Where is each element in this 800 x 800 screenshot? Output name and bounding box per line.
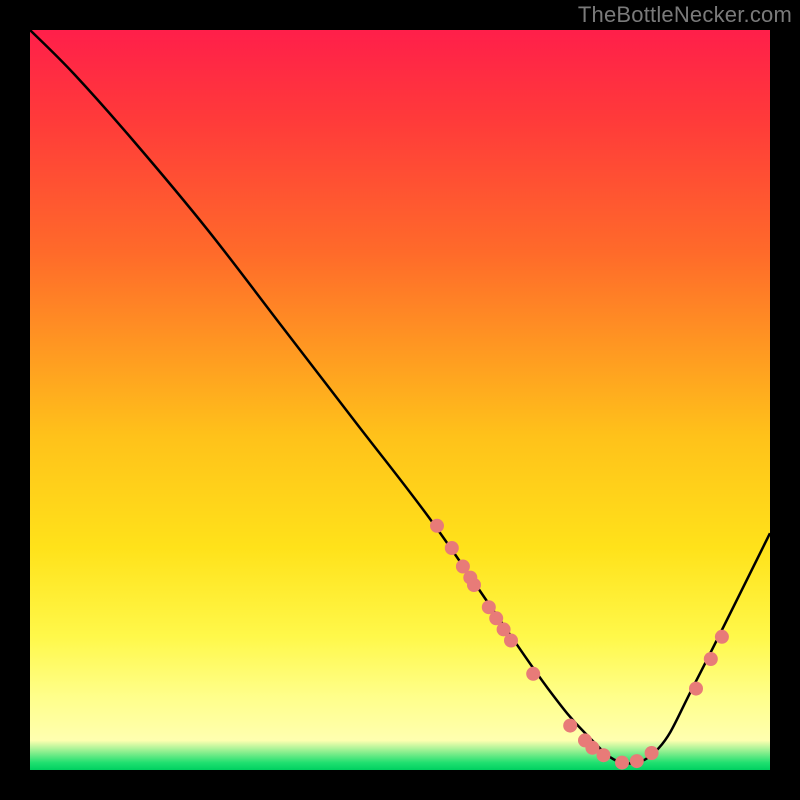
data-marker — [526, 667, 540, 681]
data-marker — [689, 682, 703, 696]
data-marker — [445, 541, 459, 555]
chart-plot-area — [30, 30, 770, 770]
data-marker — [615, 756, 629, 770]
data-marker — [630, 754, 644, 768]
data-marker — [704, 652, 718, 666]
data-marker — [563, 719, 577, 733]
watermark-text: TheBottleNecker.com — [578, 2, 792, 28]
data-marker — [645, 746, 659, 760]
data-marker — [467, 578, 481, 592]
data-marker — [715, 630, 729, 644]
curve-path — [30, 30, 770, 764]
data-marker — [504, 634, 518, 648]
marker-group — [430, 519, 729, 770]
chart-frame: TheBottleNecker.com — [0, 0, 800, 800]
chart-svg — [30, 30, 770, 770]
data-marker — [430, 519, 444, 533]
data-marker — [597, 748, 611, 762]
